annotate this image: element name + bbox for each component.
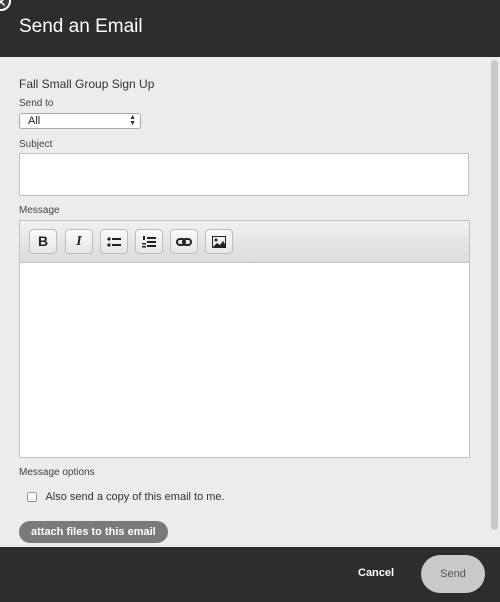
select-arrows-icon: ▲ ▼ xyxy=(129,114,136,127)
subject-label: Subject xyxy=(19,139,53,150)
editor-toolbar: B I xyxy=(20,221,469,263)
numbered-list-button[interactable] xyxy=(135,229,163,254)
link-icon xyxy=(176,238,192,246)
copy-option-row[interactable]: Also send a copy of this email to me. xyxy=(27,491,225,503)
italic-button[interactable]: I xyxy=(65,229,93,254)
copy-checkbox[interactable] xyxy=(27,492,37,503)
bold-button[interactable]: B xyxy=(29,229,57,254)
image-icon xyxy=(212,236,226,248)
scrollbar[interactable] xyxy=(491,60,498,530)
send-to-label: Send to xyxy=(19,98,54,109)
dialog-body: Fall Small Group Sign Up Send to All ▲ ▼ … xyxy=(0,57,500,547)
subject-input[interactable] xyxy=(19,153,469,196)
message-editor: B I xyxy=(19,220,470,458)
send-to-select[interactable]: All ▲ ▼ xyxy=(19,113,141,129)
bullet-list-icon xyxy=(107,237,121,247)
numbered-list-icon xyxy=(142,236,156,248)
link-button[interactable] xyxy=(170,229,198,254)
image-button[interactable] xyxy=(205,229,233,254)
send-to-value: All xyxy=(28,115,41,127)
close-icon[interactable]: ✕ xyxy=(0,0,11,11)
form-name: Fall Small Group Sign Up xyxy=(19,77,155,91)
send-button[interactable]: Send xyxy=(421,555,485,593)
cancel-button[interactable]: Cancel xyxy=(358,567,394,579)
message-textarea[interactable] xyxy=(20,263,469,458)
dialog-title: Send an Email xyxy=(19,16,143,37)
bullet-list-button[interactable] xyxy=(100,229,128,254)
message-options-label: Message options xyxy=(19,467,95,478)
attach-files-button[interactable]: attach files to this email xyxy=(19,521,168,543)
dialog-header: ✕ Send an Email xyxy=(0,0,500,57)
copy-label: Also send a copy of this email to me. xyxy=(45,491,225,503)
message-label: Message xyxy=(19,205,60,216)
dialog-footer: Cancel Send xyxy=(0,547,500,602)
